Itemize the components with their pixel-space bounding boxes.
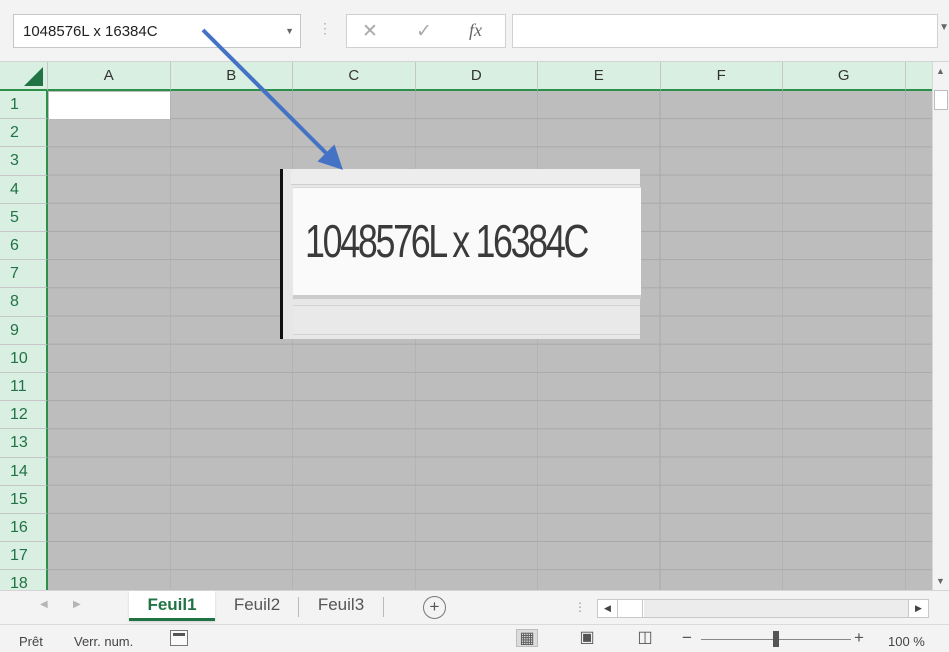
status-num-lock: Verr. num.	[74, 634, 134, 649]
column-header-partial[interactable]	[905, 62, 932, 91]
zoom-in-button[interactable]: +	[854, 628, 864, 648]
tab-scroll-right-icon[interactable]: ▶	[73, 599, 81, 610]
name-box-value[interactable]: 1048576L x 16384C	[23, 23, 158, 40]
chevron-down-icon[interactable]: ▼	[285, 26, 294, 36]
row-header-13[interactable]: 13	[0, 429, 48, 458]
row-header-3[interactable]: 3	[0, 147, 48, 176]
sheet-tab-feuil3[interactable]: Feuil3	[306, 591, 376, 621]
horizontal-scroll-track[interactable]	[644, 600, 908, 617]
active-cell-a1[interactable]	[49, 92, 170, 119]
cell-area[interactable]	[48, 91, 932, 590]
callout-name-box: 1048576L x 16384C	[293, 187, 641, 299]
normal-view-icon[interactable]: ▦	[516, 629, 538, 647]
zoom-level[interactable]: 100 %	[888, 634, 925, 649]
vertical-scroll-thumb[interactable]	[934, 90, 948, 110]
row-header-16[interactable]: 16	[0, 514, 48, 543]
zoom-slider-thumb[interactable]	[773, 631, 779, 647]
row-header-2[interactable]: 2	[0, 119, 48, 148]
macro-record-icon[interactable]	[170, 630, 188, 646]
horizontal-scrollbar[interactable]: ◀ ▶	[597, 599, 929, 618]
select-all-icon	[24, 67, 43, 86]
column-header-d[interactable]: D	[415, 62, 538, 91]
insert-function-icon[interactable]: fx	[469, 20, 482, 41]
row-header-4[interactable]: 4	[0, 175, 48, 204]
status-ready: Prêt	[19, 634, 43, 649]
column-header-b[interactable]: B	[170, 62, 293, 91]
scroll-right-icon[interactable]: ▶	[908, 600, 928, 617]
column-header-a[interactable]: A	[48, 62, 171, 91]
page-layout-view-icon[interactable]: ▣	[576, 629, 598, 647]
expand-formula-bar-icon[interactable]: ▼	[939, 22, 949, 33]
formula-buttons: ✕ ✓ fx	[346, 14, 506, 48]
row-header-15[interactable]: 15	[0, 485, 48, 514]
column-header-f[interactable]: F	[660, 62, 783, 91]
cancel-icon[interactable]: ✕	[362, 20, 378, 43]
zoom-out-button[interactable]: −	[682, 628, 692, 648]
column-header-g[interactable]: G	[783, 62, 906, 91]
enter-icon[interactable]: ✓	[416, 20, 432, 43]
horizontal-scroll-thumb[interactable]	[619, 600, 643, 617]
select-all-button[interactable]	[0, 62, 48, 91]
formula-bar: 1048576L x 16384C ▼ ⋮ ✕ ✓ fx ▼	[0, 0, 949, 62]
tab-split-handle[interactable]: ⋮	[574, 600, 586, 614]
row-header-17[interactable]: 17	[0, 542, 48, 571]
page-break-view-icon[interactable]: ◫	[634, 629, 656, 647]
sheet-tab-bar: ◀ ▶ Feuil1 Feuil2 Feuil3 + ⋮ ◀ ▶	[0, 590, 949, 624]
sheet-tab-feuil1[interactable]: Feuil1	[129, 591, 215, 621]
column-header-c[interactable]: C	[293, 62, 416, 91]
tab-separator	[383, 597, 384, 617]
row-header-6[interactable]: 6	[0, 232, 48, 261]
status-bar: Prêt Verr. num. ▦ ▣ ◫ − + 100 %	[0, 624, 949, 652]
name-box[interactable]: 1048576L x 16384C ▼	[13, 14, 301, 48]
formula-bar-grip[interactable]: ⋮	[318, 20, 332, 37]
column-header-e[interactable]: E	[538, 62, 661, 91]
row-header-14[interactable]: 14	[0, 457, 48, 486]
row-header-8[interactable]: 8	[0, 288, 48, 317]
row-header-1[interactable]: 1	[0, 91, 48, 120]
row-header-5[interactable]: 5	[0, 203, 48, 232]
row-header-10[interactable]: 10	[0, 344, 48, 373]
tab-separator	[298, 597, 299, 617]
tab-scroll-left-icon[interactable]: ◀	[40, 599, 48, 610]
row-header-11[interactable]: 11	[0, 373, 48, 402]
row-header-7[interactable]: 7	[0, 260, 48, 289]
callout-top-strip	[291, 169, 640, 185]
add-sheet-button[interactable]: +	[423, 596, 446, 619]
callout-text: 1048576L x 16384C	[305, 215, 589, 267]
scroll-down-icon[interactable]: ▼	[936, 576, 945, 586]
scroll-up-icon[interactable]: ▲	[936, 66, 945, 76]
formula-input[interactable]	[512, 14, 938, 48]
row-header-18[interactable]: 18	[0, 570, 48, 590]
vertical-scrollbar[interactable]: ▲ ▼	[932, 62, 949, 590]
row-header-12[interactable]: 12	[0, 401, 48, 430]
scroll-left-icon[interactable]: ◀	[598, 600, 618, 617]
callout-bottom-strip	[293, 305, 640, 335]
row-header-9[interactable]: 9	[0, 316, 48, 345]
zoom-callout: 1048576L x 16384C	[280, 169, 641, 339]
sheet-tab-feuil2[interactable]: Feuil2	[222, 591, 292, 621]
